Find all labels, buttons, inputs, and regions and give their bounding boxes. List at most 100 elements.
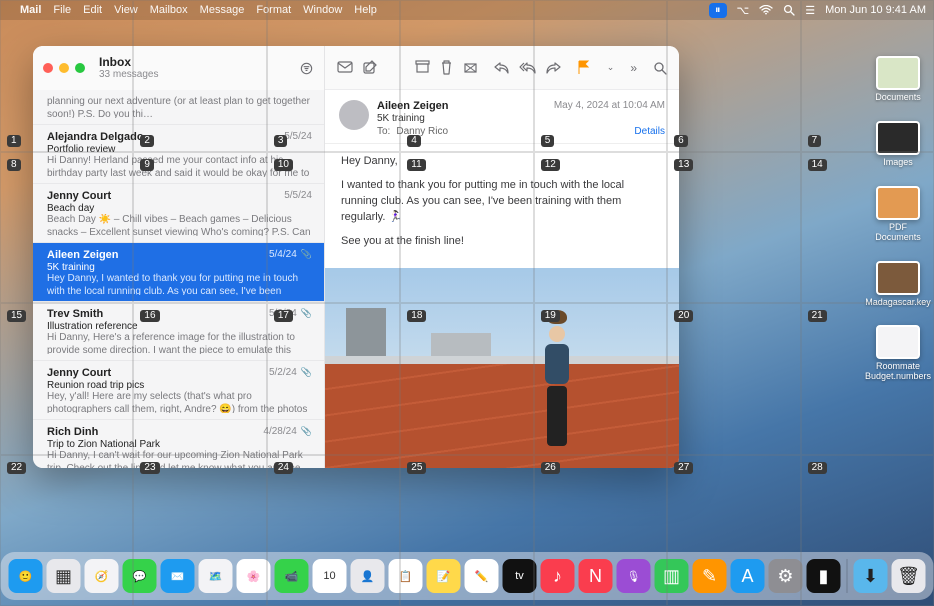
reply-all-icon[interactable]: [519, 61, 536, 74]
window-zoom-button[interactable]: [75, 63, 85, 73]
safari-icon: 🧭: [95, 570, 109, 583]
dock-app-freeform[interactable]: ✏️: [465, 559, 499, 593]
voice-control-icon[interactable]: ⏸: [709, 3, 727, 18]
toolbar-overflow-icon[interactable]: »: [630, 61, 637, 75]
trash-icon: 🗑: [897, 566, 920, 587]
window-minimize-button[interactable]: [59, 63, 69, 73]
menu-file[interactable]: File: [53, 4, 71, 16]
app-menu[interactable]: Mail: [20, 4, 41, 16]
dock-app-podcasts[interactable]: 🎙: [617, 559, 651, 593]
menu-message[interactable]: Message: [200, 4, 245, 16]
desktop-icon[interactable]: Roommate Budget.numbers: [868, 325, 928, 382]
menu-mailbox[interactable]: Mailbox: [150, 4, 188, 16]
dock-app-tv[interactable]: tv: [503, 559, 537, 593]
control-center-icon[interactable]: ⌥: [737, 4, 750, 17]
search-icon[interactable]: [653, 61, 667, 75]
forward-icon[interactable]: [546, 61, 561, 74]
grid-number: 22: [7, 462, 26, 474]
dock-app-launchpad[interactable]: ▦: [47, 559, 81, 593]
desktop-icon[interactable]: Images: [868, 121, 928, 168]
launchpad-icon: ▦: [55, 566, 72, 587]
message-row[interactable]: planning our next adventure (or at least…: [33, 90, 324, 125]
details-link[interactable]: Details: [634, 126, 665, 137]
dock-app-appstore[interactable]: A: [731, 559, 765, 593]
row-date: 5/4/24📎: [269, 249, 312, 261]
dock-app-finder[interactable]: 🙂: [9, 559, 43, 593]
filter-icon[interactable]: [299, 61, 314, 76]
photos-icon: 🌸: [247, 570, 261, 583]
message-list-pane: Inbox 33 messages planning our next adve…: [33, 46, 325, 468]
body-line: See you at the finish line!: [341, 234, 663, 250]
window-close-button[interactable]: [43, 63, 53, 73]
message-row[interactable]: Aileen Zeigen5/4/24📎5K trainingHey Danny…: [33, 243, 324, 302]
dock-app-pages[interactable]: ✎: [693, 559, 727, 593]
mailbox-count: 33 messages: [99, 69, 158, 80]
dock-app-numbers[interactable]: ▥: [655, 559, 689, 593]
attachment-image[interactable]: [325, 268, 679, 468]
chevron-down-icon[interactable]: ⌄: [607, 62, 615, 73]
dock-app-news[interactable]: N: [579, 559, 613, 593]
desktop-icon[interactable]: Documents: [868, 56, 928, 103]
numbers-icon: ▥: [663, 566, 680, 587]
grid-number: 7: [808, 135, 822, 147]
row-subject: Portfolio review: [47, 144, 312, 155]
dock-app-mail[interactable]: ✉️: [161, 559, 195, 593]
dock-app-reminders[interactable]: 📋: [389, 559, 423, 593]
calendar-icon: 10: [323, 570, 335, 582]
dock-app-notes[interactable]: 📝: [427, 559, 461, 593]
message-list[interactable]: planning our next adventure (or at least…: [33, 90, 324, 468]
dock-app-contacts[interactable]: 👤: [351, 559, 385, 593]
dock-app-music[interactable]: ♪: [541, 559, 575, 593]
grid-number: 28: [808, 462, 827, 474]
grid-cell: 13: [667, 152, 800, 304]
row-sender: Trev Smith: [47, 308, 103, 320]
settings-icon: ⚙: [777, 566, 793, 587]
row-date: 4/28/24📎: [263, 426, 312, 438]
compose-icon[interactable]: [363, 60, 378, 75]
grid-number: 21: [808, 310, 827, 322]
archive-icon[interactable]: [415, 60, 430, 75]
message-row[interactable]: Trev Smith5/3/24📎Illustration referenceH…: [33, 302, 324, 361]
dock-app-trash[interactable]: 🗑: [892, 559, 926, 593]
menu-window[interactable]: Window: [303, 4, 342, 16]
iphone-icon: ▮: [819, 566, 829, 587]
menu-view[interactable]: View: [114, 4, 138, 16]
junk-icon[interactable]: [463, 60, 478, 75]
message-row[interactable]: Rich Dinh4/28/24📎Trip to Zion National P…: [33, 420, 324, 468]
wifi-icon[interactable]: [759, 5, 773, 15]
dock-app-safari[interactable]: 🧭: [85, 559, 119, 593]
dock-app-downloads[interactable]: ⬇: [854, 559, 888, 593]
menu-extras-icon[interactable]: ☰: [805, 4, 815, 17]
message-row[interactable]: Jenny Court5/5/24Beach dayBeach Day ☀️ –…: [33, 184, 324, 243]
desktop-icon[interactable]: PDF Documents: [868, 186, 928, 243]
trash-icon[interactable]: [440, 60, 453, 75]
menubar-clock[interactable]: Mon Jun 10 9:41 AM: [825, 4, 926, 16]
dock-app-calendar[interactable]: 10: [313, 559, 347, 593]
message-header: Aileen Zeigen May 4, 2024 at 10:04 AM 5K…: [325, 90, 679, 144]
message-row[interactable]: Jenny Court5/2/24📎Reunion road trip pics…: [33, 361, 324, 420]
dock-app-photos[interactable]: 🌸: [237, 559, 271, 593]
spotlight-icon[interactable]: [783, 4, 795, 16]
dock-app-messages[interactable]: 💬: [123, 559, 157, 593]
flag-icon[interactable]: [577, 60, 591, 75]
music-icon: ♪: [553, 566, 562, 587]
attachment-icon: 📎: [301, 367, 312, 377]
menu-edit[interactable]: Edit: [83, 4, 102, 16]
desktop-icon[interactable]: Madagascar.key: [868, 261, 928, 308]
mailbox-title: Inbox: [99, 56, 158, 69]
row-subject: Beach day: [47, 203, 312, 214]
menu-format[interactable]: Format: [256, 4, 291, 16]
dock-app-settings[interactable]: ⚙: [769, 559, 803, 593]
dock-app-iphone[interactable]: ▮: [807, 559, 841, 593]
message-row[interactable]: Alejandra Delgado5/5/24Portfolio reviewH…: [33, 125, 324, 184]
dock-app-facetime[interactable]: 📹: [275, 559, 309, 593]
row-date: 5/3/24📎: [269, 308, 312, 320]
desktop-icon-thumb: [876, 261, 920, 295]
desktop-icon-label: Roommate Budget.numbers: [865, 362, 931, 382]
dock-app-maps[interactable]: 🗺️: [199, 559, 233, 593]
new-message-icon[interactable]: [337, 60, 353, 75]
row-subject: Illustration reference: [47, 321, 312, 332]
row-date: 5/2/24📎: [269, 367, 312, 379]
menu-help[interactable]: Help: [354, 4, 377, 16]
reply-icon[interactable]: [494, 61, 509, 74]
